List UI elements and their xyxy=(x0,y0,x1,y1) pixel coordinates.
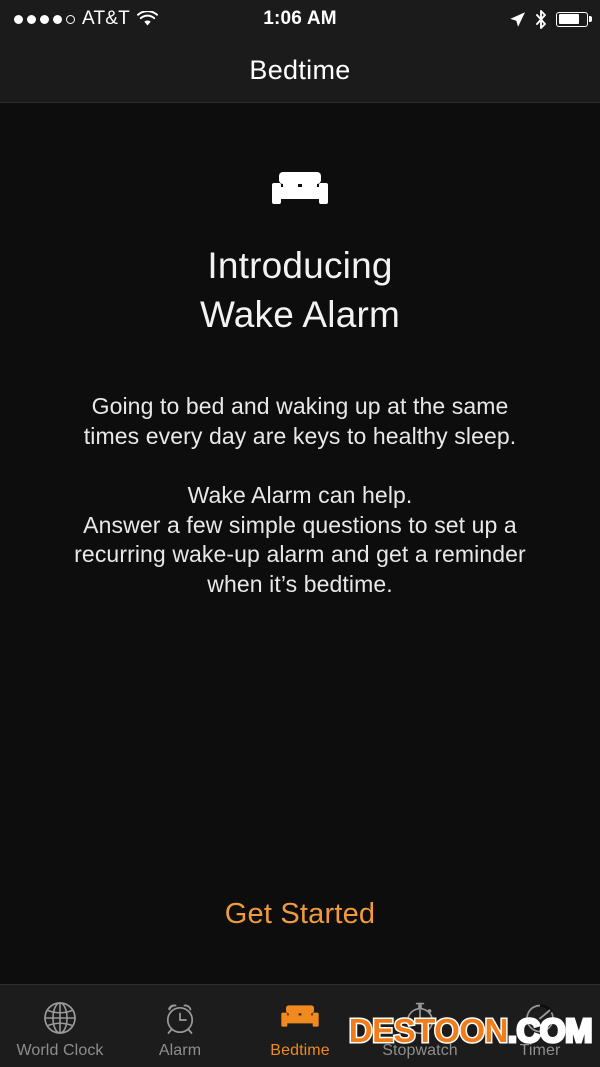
bed-icon xyxy=(280,998,320,1038)
tab-timer[interactable]: Timer xyxy=(480,985,600,1067)
tab-bar: World Clock Alarm Bedtime Stopwatch Time… xyxy=(0,984,600,1067)
tab-label-timer: Timer xyxy=(519,1042,561,1059)
stopwatch-icon xyxy=(402,998,438,1038)
tab-world-clock[interactable]: World Clock xyxy=(0,985,120,1067)
headline-line-1: Introducing xyxy=(207,245,393,286)
headline: Introducing Wake Alarm xyxy=(200,241,400,339)
location-arrow-icon xyxy=(509,11,526,28)
intro-body-copy: Going to bed and waking up at the same t… xyxy=(65,392,535,599)
get-started-button[interactable]: Get Started xyxy=(225,898,376,931)
tab-label-stopwatch: Stopwatch xyxy=(382,1042,458,1059)
tab-bedtime[interactable]: Bedtime xyxy=(240,985,360,1067)
tab-alarm[interactable]: Alarm xyxy=(120,985,240,1067)
tab-label-bedtime: Bedtime xyxy=(270,1042,330,1059)
globe-icon xyxy=(42,998,78,1038)
navigation-bar: Bedtime xyxy=(0,38,600,103)
bed-icon xyxy=(270,171,330,211)
alarm-clock-icon xyxy=(162,998,198,1038)
timer-icon xyxy=(522,998,558,1038)
tab-label-world-clock: World Clock xyxy=(16,1042,104,1059)
iphone-screen: AT&T 1:06 AM Bedtime Introducing Wake Al… xyxy=(0,0,600,1067)
status-bar-right xyxy=(509,0,588,38)
tab-stopwatch[interactable]: Stopwatch xyxy=(360,985,480,1067)
intro-paragraph-1: Going to bed and waking up at the same t… xyxy=(83,393,517,449)
tab-label-alarm: Alarm xyxy=(158,1042,202,1059)
intro-paragraph-2: Wake Alarm can help. Answer a few simple… xyxy=(74,482,526,597)
headline-line-2: Wake Alarm xyxy=(199,294,401,336)
page-title: Bedtime xyxy=(249,54,351,85)
get-started-container: Get Started xyxy=(0,898,600,931)
bedtime-intro-content: Introducing Wake Alarm Going to bed and … xyxy=(0,103,600,984)
battery-icon xyxy=(556,11,588,27)
bluetooth-icon xyxy=(535,9,547,29)
status-bar: AT&T 1:06 AM xyxy=(0,0,600,38)
